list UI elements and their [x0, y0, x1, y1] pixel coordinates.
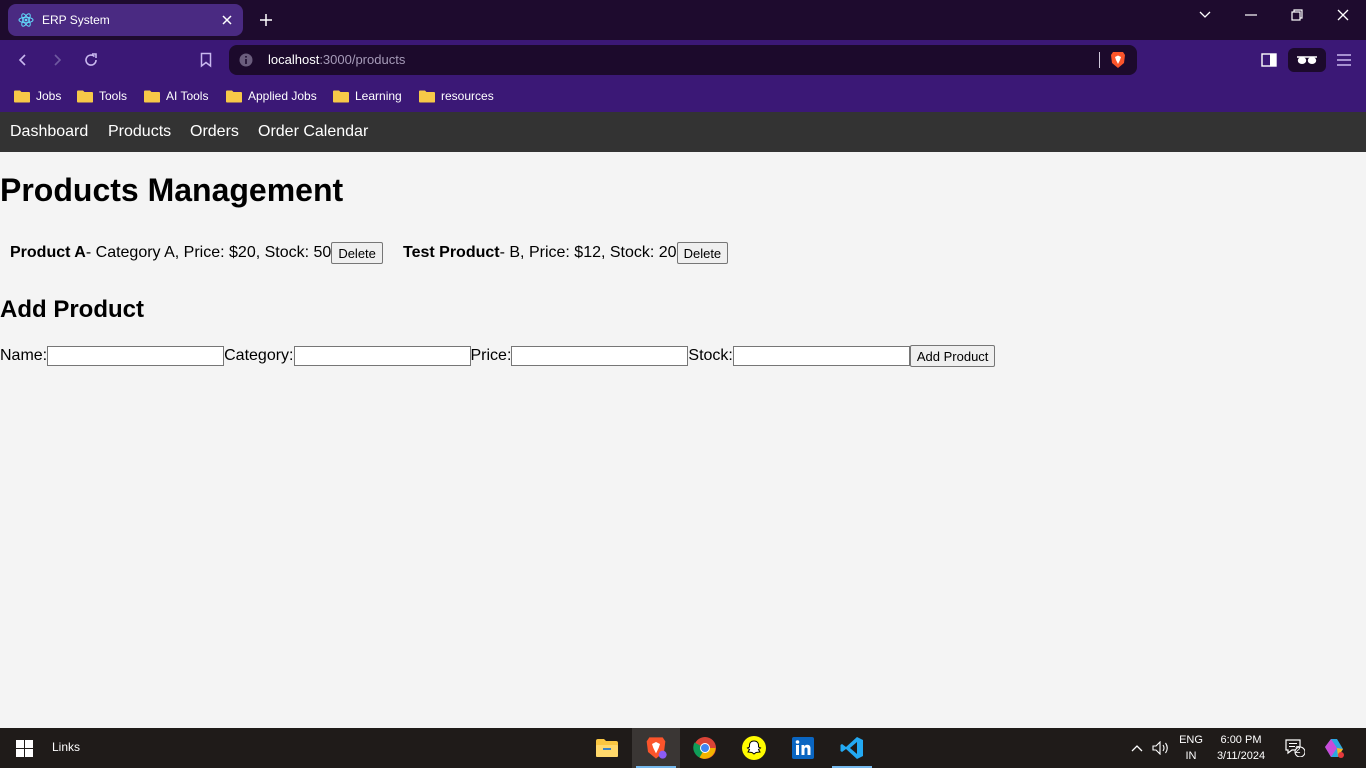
react-atom-icon — [18, 12, 34, 28]
reload-icon[interactable] — [79, 48, 103, 72]
url-host: localhost — [268, 52, 320, 67]
folder-icon — [419, 90, 435, 102]
language-code: ENG — [1179, 734, 1203, 746]
chrome-icon[interactable] — [681, 728, 729, 768]
snapchat-icon[interactable] — [730, 728, 778, 768]
language-indicator[interactable]: ENG IN — [1174, 728, 1208, 768]
delete-button[interactable]: Delete — [676, 242, 729, 264]
product-name: Product A — [10, 244, 86, 261]
links-toolbar[interactable]: Links — [52, 740, 80, 754]
bookmarks-bar: Jobs Tools AI Tools Applied Jobs Learnin… — [0, 80, 1366, 112]
minimize-icon[interactable] — [1228, 2, 1274, 28]
add-product-heading: Add Product — [0, 296, 144, 323]
product-details: - B, Price: $12, Stock: 20 — [499, 244, 677, 261]
brave-shields-icon[interactable] — [1110, 51, 1126, 69]
copilot-icon[interactable] — [1318, 728, 1350, 768]
bookmark-label: Applied Jobs — [248, 89, 317, 103]
show-hidden-icons-chevron-icon[interactable] — [1126, 728, 1148, 768]
address-bar-divider — [1099, 52, 1100, 68]
notification-count-badge: 2 — [1295, 745, 1301, 756]
restore-icon[interactable] — [1274, 2, 1320, 28]
private-window-icon[interactable] — [1288, 48, 1326, 72]
url-path: :3000/products — [319, 52, 406, 67]
bookmark-folder[interactable]: Tools — [77, 86, 127, 106]
stock-label: Stock: — [688, 347, 733, 364]
folder-icon — [226, 90, 242, 102]
menu-icon[interactable] — [1332, 48, 1356, 72]
page-content: Products Management Product A - Category… — [0, 152, 1366, 728]
browser-tab-strip: ERP System — [0, 0, 1366, 40]
clock-time: 6:00 PM — [1220, 734, 1262, 746]
site-info-icon[interactable] — [239, 53, 253, 67]
add-product-button[interactable]: Add Product — [909, 345, 996, 367]
file-explorer-icon[interactable] — [583, 728, 631, 768]
brave-browser-icon[interactable] — [632, 728, 680, 768]
name-label: Name: — [0, 347, 48, 364]
sidebar-toggle-icon[interactable] — [1257, 48, 1281, 72]
bookmark-label: Jobs — [36, 89, 62, 103]
category-label: Category: — [224, 347, 294, 364]
folder-icon — [14, 90, 30, 102]
bookmark-folder[interactable]: resources — [419, 86, 494, 106]
address-bar[interactable]: localhost:3000/products — [229, 45, 1137, 75]
tab-close-icon[interactable] — [215, 8, 239, 32]
browser-tab-active[interactable]: ERP System — [8, 4, 243, 36]
category-input[interactable] — [293, 346, 471, 366]
windows-start-icon[interactable] — [0, 728, 48, 768]
bookmark-label: AI Tools — [166, 89, 209, 103]
name-input[interactable] — [47, 346, 225, 366]
app-navbar: Dashboard Products Orders Order Calendar — [0, 112, 1366, 152]
browser-toolbar: localhost:3000/products — [0, 40, 1366, 80]
forward-icon[interactable] — [45, 48, 69, 72]
url-text: localhost:3000/products — [268, 52, 405, 67]
nav-link-orders[interactable]: Orders — [190, 123, 239, 141]
clock[interactable]: 6:00 PM 3/11/2024 — [1210, 728, 1272, 768]
nav-link-products[interactable]: Products — [108, 123, 171, 141]
product-details: - Category A, Price: $20, Stock: 50 — [85, 244, 332, 261]
bookmark-folder[interactable]: Jobs — [14, 86, 61, 106]
region-code: IN — [1185, 750, 1197, 762]
price-input[interactable] — [511, 346, 689, 366]
bookmark-folder[interactable]: AI Tools — [144, 86, 208, 106]
product-item: Product A - Category A, Price: $20, Stoc… — [10, 242, 383, 264]
bookmark-folder[interactable]: Learning — [333, 86, 402, 106]
folder-icon — [333, 90, 349, 102]
nav-link-dashboard[interactable]: Dashboard — [10, 123, 88, 141]
nav-link-order-calendar[interactable]: Order Calendar — [258, 123, 368, 141]
linkedin-icon[interactable] — [779, 728, 827, 768]
tab-search-chevron-icon[interactable] — [1182, 2, 1228, 28]
bookmark-label: resources — [441, 89, 494, 103]
notifications-icon[interactable]: 2 — [1280, 728, 1310, 768]
bookmark-icon[interactable] — [194, 48, 218, 72]
add-product-form: Name: Category: Price: Stock: Add Produc… — [0, 344, 996, 368]
windows-taskbar: Links ENG IN 6:00 PM 3/11/2024 2 — [0, 728, 1366, 768]
folder-icon — [77, 90, 93, 102]
volume-icon[interactable] — [1150, 728, 1172, 768]
folder-icon — [144, 90, 160, 102]
page-title: Products Management — [0, 172, 344, 208]
back-icon[interactable] — [11, 48, 35, 72]
product-name: Test Product — [403, 244, 500, 261]
tab-title: ERP System — [42, 13, 110, 27]
vscode-icon[interactable] — [828, 728, 876, 768]
clock-date: 3/11/2024 — [1216, 750, 1266, 762]
new-tab-icon[interactable] — [254, 8, 278, 32]
close-window-icon[interactable] — [1320, 2, 1366, 28]
bookmark-folder[interactable]: Applied Jobs — [226, 86, 317, 106]
stock-input[interactable] — [732, 346, 910, 366]
product-item: Test Product - B, Price: $12, Stock: 20 … — [403, 242, 729, 264]
bookmark-label: Tools — [99, 89, 128, 103]
price-label: Price: — [470, 347, 512, 364]
bookmark-label: Learning — [355, 89, 402, 103]
delete-button[interactable]: Delete — [331, 242, 383, 264]
